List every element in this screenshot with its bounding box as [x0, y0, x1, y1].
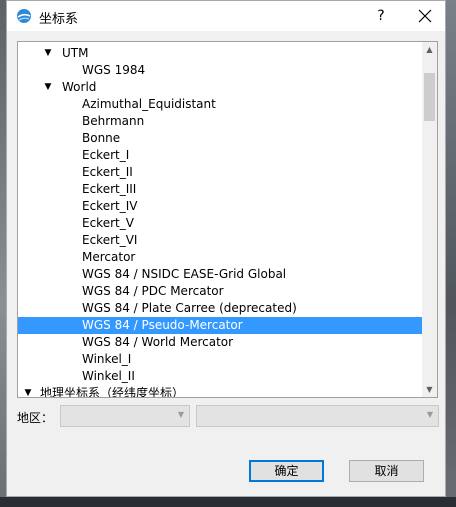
tree-row[interactable]: WGS 84 / NSIDC EASE-Grid Global	[18, 266, 423, 283]
title-bar[interactable]: 坐标系 ?	[7, 1, 445, 31]
tree-row[interactable]: Winkel_I	[18, 351, 423, 368]
desktop-background-bottom	[0, 497, 456, 507]
tree-row-label: Eckert_III	[82, 182, 137, 196]
tree-row-label: 地理坐标系（经纬度坐标）	[40, 386, 185, 398]
tree-row-label: Eckert_II	[82, 165, 133, 179]
tree-row-label: Bonne	[82, 131, 121, 145]
tree-row-label: Winkel_I	[82, 352, 132, 366]
cancel-button[interactable]: 取消	[349, 460, 424, 482]
tree-row[interactable]: Bonne	[18, 130, 423, 147]
close-icon	[418, 9, 432, 23]
tree-row-label: Eckert_VI	[82, 233, 138, 247]
tree-row[interactable]: WGS 1984	[18, 62, 423, 79]
app-globe-icon	[16, 8, 32, 24]
tree-row-label: UTM	[62, 46, 89, 60]
tree-row-label: Azimuthal_Equidistant	[82, 97, 216, 111]
tree-row[interactable]: Eckert_V	[18, 215, 423, 232]
tree-row[interactable]: Eckert_II	[18, 164, 423, 181]
tree-row[interactable]: Eckert_I	[18, 147, 423, 164]
tree-row[interactable]: WGS 84 / Plate Carree (deprecated)	[18, 300, 423, 317]
expand-arrow-icon[interactable]: ▼	[43, 45, 53, 62]
tree-row[interactable]: Azimuthal_Equidistant	[18, 96, 423, 113]
tree-row-label: WGS 84 / Plate Carree (deprecated)	[82, 301, 297, 315]
tree-row[interactable]: Behrmann	[18, 113, 423, 130]
tree-row-label: Eckert_IV	[82, 199, 138, 213]
tree-row[interactable]: Eckert_III	[18, 181, 423, 198]
tree-row-label: WGS 84 / World Mercator	[82, 335, 234, 349]
close-button[interactable]	[413, 5, 437, 27]
expand-arrow-icon[interactable]: ▼	[43, 79, 53, 96]
tree-row[interactable]: ▼ World	[18, 79, 423, 96]
tree-row-label: Winkel_II	[82, 369, 135, 383]
desktop-background-right	[446, 0, 456, 507]
tree-row[interactable]: Eckert_VI	[18, 232, 423, 249]
tree-rows: ▼ UTM WGS 1984 ▼ World Azimuthal_Equidistant B…	[18, 45, 423, 398]
scrollbar-thumb[interactable]	[424, 72, 435, 121]
tree-row-label: Mercator	[82, 250, 136, 264]
scroll-down-icon[interactable]: ▼	[422, 382, 437, 397]
tree-row-selected[interactable]: WGS 84 / Pseudo-Mercator	[18, 317, 423, 334]
tree-row-label: Eckert_I	[82, 148, 130, 162]
tree-row-label: WGS 84 / Pseudo-Mercator	[82, 318, 243, 332]
chevron-down-icon: ▼	[177, 410, 184, 419]
scroll-up-icon[interactable]: ▲	[422, 42, 437, 57]
coordinate-system-dialog: 坐标系 ? ▼ UTM WGS 1984 ▼ World Azimuthal_Equidi…	[6, 0, 446, 497]
expand-arrow-icon[interactable]: ▼	[23, 385, 33, 397]
tree-row-label: Behrmann	[82, 114, 145, 128]
tree-row-label: World	[62, 80, 97, 94]
tree-row[interactable]: Mercator	[18, 249, 423, 266]
region-label: 地区：	[17, 411, 54, 425]
vertical-scrollbar[interactable]: ▲ ▼	[422, 42, 437, 397]
tree-row-label: Eckert_V	[82, 216, 134, 230]
chevron-down-icon: ▼	[426, 410, 433, 419]
tree-row-label: WGS 84 / PDC Mercator	[82, 284, 224, 298]
region-combo-secondary[interactable]: ▼	[196, 405, 439, 427]
tree-row[interactable]: WGS 84 / PDC Mercator	[18, 283, 423, 300]
window-title: 坐标系	[39, 12, 79, 27]
tree-row[interactable]: Eckert_IV	[18, 198, 423, 215]
coordinate-system-tree[interactable]: ▼ UTM WGS 1984 ▼ World Azimuthal_Equidistant B…	[17, 41, 438, 398]
tree-row-label: WGS 1984	[82, 63, 146, 77]
help-button[interactable]: ?	[371, 5, 391, 27]
ok-button[interactable]: 确定	[249, 460, 324, 482]
tree-row[interactable]: ▼ 地理坐标系（经纬度坐标）	[18, 385, 423, 398]
tree-row[interactable]: ▼ UTM	[18, 45, 423, 62]
tree-row-label: WGS 84 / NSIDC EASE-Grid Global	[82, 267, 287, 281]
tree-row[interactable]: WGS 84 / World Mercator	[18, 334, 423, 351]
region-combo-primary[interactable]: ▼	[60, 405, 190, 427]
tree-row[interactable]: Winkel_II	[18, 368, 423, 385]
